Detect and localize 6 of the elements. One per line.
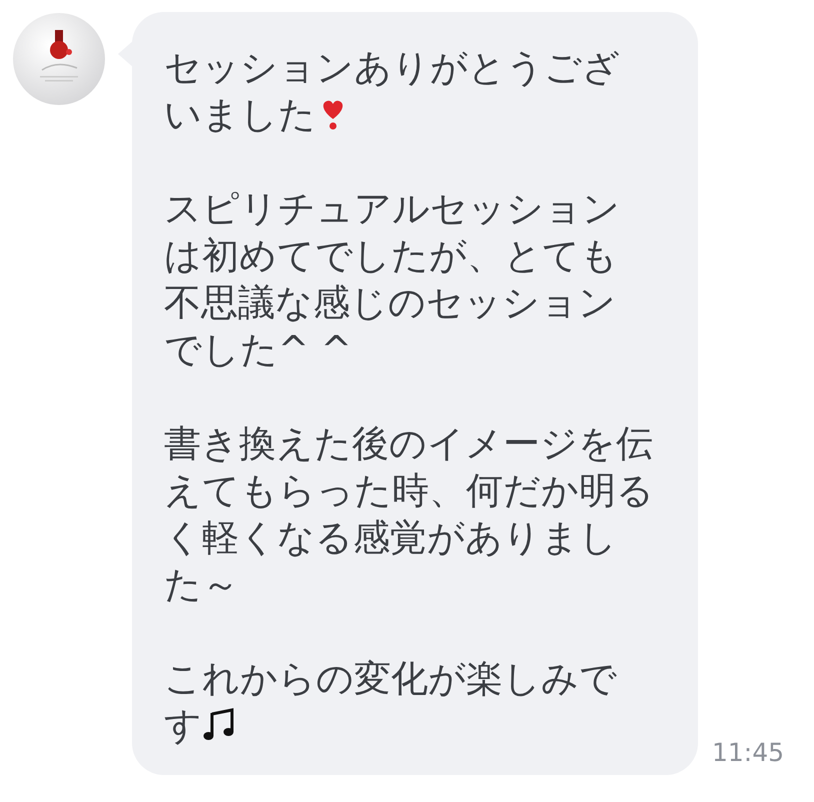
music-notes-icon — [202, 708, 236, 742]
message-time: 11:45 — [712, 736, 784, 768]
message-text: 書き換えた後のイメージを伝 えてもらった時、何だか明る く軽くなる感覚がありまし た～ — [164, 421, 655, 608]
message-text: セッションありがとうござ いました — [164, 45, 621, 138]
message-text: スピリチュアルセッション は初めてでしたが、とても 不思議な感じのセッション でした^ ^ — [164, 186, 621, 373]
message-text: これからの変化が楽しみで す — [164, 656, 618, 749]
